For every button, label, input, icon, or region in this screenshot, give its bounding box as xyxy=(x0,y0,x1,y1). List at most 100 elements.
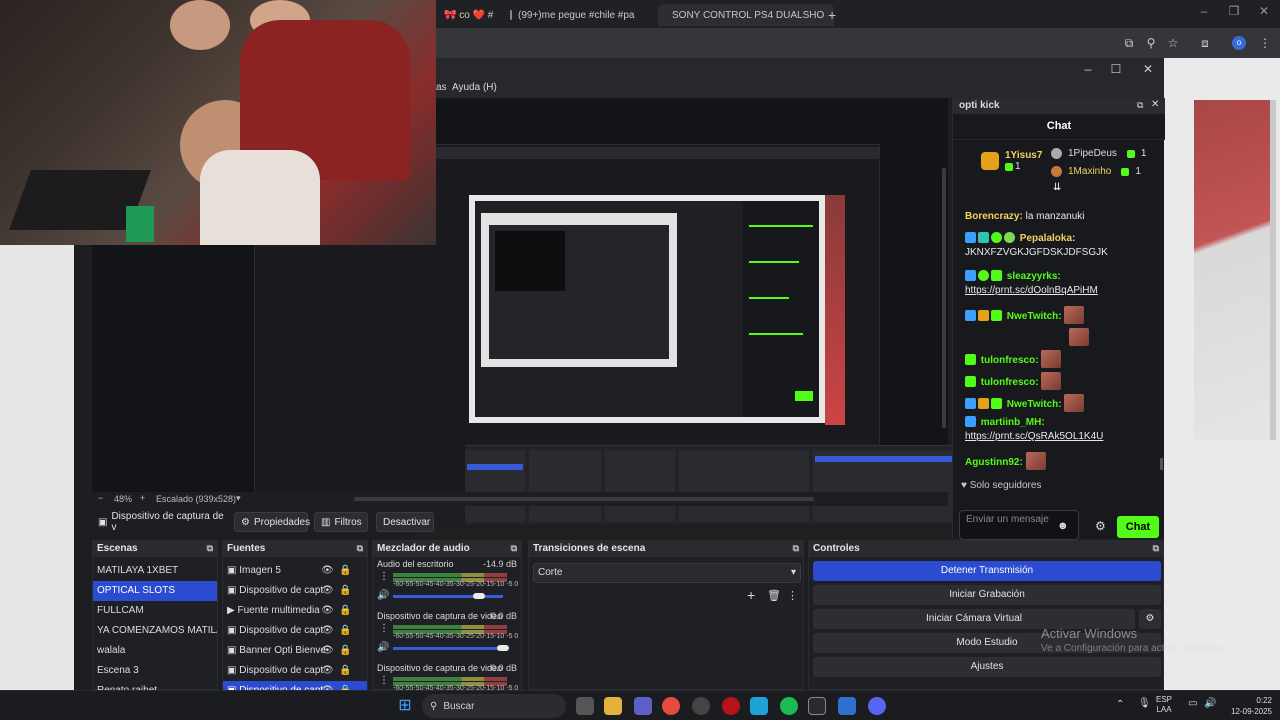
scene-item[interactable]: YA COMENZAMOS MATILAYA xyxy=(93,621,217,641)
chat-link[interactable]: https://prnt.sc/QsRAk5OL1K4U xyxy=(965,431,1103,442)
lock-icon[interactable]: 🔒 xyxy=(339,561,351,581)
star-icon[interactable]: ☆ xyxy=(1166,36,1180,50)
browser-tab-tiktok[interactable]: (99+)me pegue #chile #pa ✕ xyxy=(502,4,652,26)
eye-icon[interactable]: 👁 xyxy=(321,641,334,661)
preview-hscroll[interactable] xyxy=(354,497,814,501)
lock-icon[interactable]: 🔒 xyxy=(339,641,351,661)
emoji-icon[interactable]: ☻ xyxy=(1057,520,1069,532)
zoom-out-button[interactable]: − xyxy=(98,493,103,503)
file-explorer-icon[interactable] xyxy=(604,697,622,715)
popout-icon[interactable]: ⧉ xyxy=(793,543,799,554)
source-item[interactable]: ▣ Dispositivo de capt👁🔒 xyxy=(223,621,367,641)
menu-help[interactable]: Ayuda (H) xyxy=(452,82,497,93)
eye-icon[interactable]: 👁 xyxy=(321,581,334,601)
chat-send-button[interactable]: Chat xyxy=(1117,516,1159,538)
settings-button[interactable]: Ajustes xyxy=(813,657,1161,677)
more-icon[interactable]: ⋮ xyxy=(379,623,389,634)
network-icon[interactable]: ▭ xyxy=(1188,698,1197,709)
filters-button[interactable]: ▥ Filtros xyxy=(314,512,368,532)
more-icon[interactable]: ⋮ xyxy=(379,571,389,582)
close-icon[interactable]: ✕ xyxy=(1140,62,1156,76)
gifter-3[interactable]: 1Maxinho 1 xyxy=(1051,166,1141,177)
maximize-icon[interactable]: ☐ xyxy=(1108,62,1124,76)
gear-icon[interactable]: ⚙ xyxy=(1139,609,1161,629)
chevron-up-icon[interactable]: ⌃ xyxy=(1116,699,1124,710)
eye-icon[interactable]: 👁 xyxy=(321,601,334,621)
preview-vscroll[interactable] xyxy=(942,168,946,428)
volume-slider-knob[interactable] xyxy=(497,645,509,651)
eye-icon[interactable]: 👁 xyxy=(321,561,334,581)
source-item[interactable]: ▶ Fuente multimedia 👁 🔒 xyxy=(223,601,367,621)
menu-partial[interactable]: as xyxy=(436,82,447,93)
more-icon[interactable]: ⋮ xyxy=(787,589,798,602)
menu-icon[interactable]: ⋮ xyxy=(1258,36,1272,50)
language-indicator[interactable]: ESP LAA xyxy=(1156,695,1172,715)
epic-games-icon[interactable] xyxy=(808,697,826,715)
popout-icon[interactable]: ⧉ xyxy=(1137,100,1143,111)
extensions-icon[interactable]: ⧈ xyxy=(1198,36,1212,50)
source-item[interactable]: ▣ Banner Opti Bienve 👁 🔒 xyxy=(223,641,367,661)
microphone-icon[interactable]: 🎙 xyxy=(1138,698,1151,709)
scene-item[interactable]: Escena 3 xyxy=(93,661,217,681)
zoom-in-button[interactable]: + xyxy=(140,493,145,503)
eye-icon[interactable]: 👁 xyxy=(321,621,334,641)
chat-scrollbar[interactable] xyxy=(1160,458,1163,470)
zoom-icon[interactable]: ⚲ xyxy=(1144,36,1158,50)
popout-icon[interactable]: ⧉ xyxy=(1153,543,1159,554)
eye-icon[interactable]: 👁 xyxy=(321,661,334,681)
scene-item[interactable]: FULLCAM xyxy=(93,601,217,621)
chevron-down-icon[interactable]: ▾ xyxy=(236,493,241,504)
scene-item[interactable]: walala xyxy=(93,641,217,661)
install-icon[interactable]: ⧉ xyxy=(1122,36,1136,50)
chat-link[interactable]: https://prnt.sc/dOolnBqAPiHM xyxy=(965,285,1098,296)
discord-icon[interactable] xyxy=(868,697,886,715)
browser-tab-sony[interactable]: SONY CONTROL PS4 DUALSHO ✕ xyxy=(658,4,834,26)
close-icon[interactable]: ✕ xyxy=(1151,99,1159,110)
volume-slider-knob[interactable] xyxy=(472,593,485,599)
lock-icon[interactable]: 🔒 xyxy=(339,621,351,641)
source-item[interactable]: ▣ Imagen 5 👁 🔒 xyxy=(223,561,367,581)
lock-icon[interactable]: 🔒 xyxy=(339,601,351,621)
gifter-2[interactable]: 1PipeDeus 1 xyxy=(1051,148,1146,159)
scene-item[interactable]: OPTICAL SLOTS xyxy=(93,581,217,601)
lock-icon[interactable]: 🔒 xyxy=(339,581,351,601)
minimize-icon[interactable]: – xyxy=(1196,4,1212,18)
opera-icon[interactable] xyxy=(722,697,740,715)
start-recording-button[interactable]: Iniciar Grabación xyxy=(813,585,1161,605)
popout-icon[interactable]: ⧉ xyxy=(511,543,517,554)
source-item[interactable]: ▣ Dispositivo de capt👁🔒 xyxy=(223,661,367,681)
minimize-icon[interactable]: – xyxy=(1080,62,1096,76)
collapse-icon[interactable]: ⇊ xyxy=(1053,182,1061,193)
task-view-icon[interactable] xyxy=(576,697,594,715)
popout-icon[interactable]: ⧉ xyxy=(207,543,213,554)
obs-icon[interactable] xyxy=(692,697,710,715)
teams-icon[interactable] xyxy=(634,697,652,715)
gifter-1[interactable]: 1Yisus7 1 xyxy=(981,150,1042,172)
spotify-icon[interactable] xyxy=(780,697,798,715)
volume-slider[interactable] xyxy=(393,647,503,650)
page-scrollbar[interactable] xyxy=(1270,100,1276,440)
taskbar-search[interactable]: ⚲ Buscar xyxy=(422,694,566,718)
volume-icon[interactable]: 🔊 xyxy=(1204,698,1216,709)
app-icon[interactable] xyxy=(838,697,856,715)
stop-streaming-button[interactable]: Detener Transmisión xyxy=(813,561,1161,581)
volume-slider[interactable] xyxy=(393,595,503,598)
start-icon[interactable]: ⊞ xyxy=(396,697,414,715)
deactivate-button[interactable]: Desactivar xyxy=(376,512,434,532)
transition-select[interactable]: Corte ▾ xyxy=(533,563,801,583)
popout-icon[interactable]: ⧉ xyxy=(357,543,363,554)
more-icon[interactable]: ⋮ xyxy=(379,675,389,686)
properties-button[interactable]: ⚙ Propiedades xyxy=(234,512,310,532)
source-item[interactable]: ▣ Dispositivo de capt👁🔒 xyxy=(223,581,367,601)
browser-tab-partial[interactable]: 🎀 co ❤️ # ✕ xyxy=(436,4,500,26)
volume-icon[interactable]: 🔊 xyxy=(377,590,389,601)
close-icon[interactable]: ✕ xyxy=(1256,4,1272,18)
chrome-icon[interactable] xyxy=(662,697,680,715)
lock-icon[interactable]: 🔒 xyxy=(339,661,351,681)
clock[interactable]: 0:22 12-09-2025 xyxy=(1226,695,1272,717)
volume-icon[interactable]: 🔊 xyxy=(377,642,389,653)
profile-icon[interactable]: o xyxy=(1232,36,1246,50)
scene-item[interactable]: MATILAYA 1XBET xyxy=(93,561,217,581)
gear-icon[interactable]: ⚙ xyxy=(1095,519,1106,533)
trash-icon[interactable]: 🗑 xyxy=(767,589,781,602)
